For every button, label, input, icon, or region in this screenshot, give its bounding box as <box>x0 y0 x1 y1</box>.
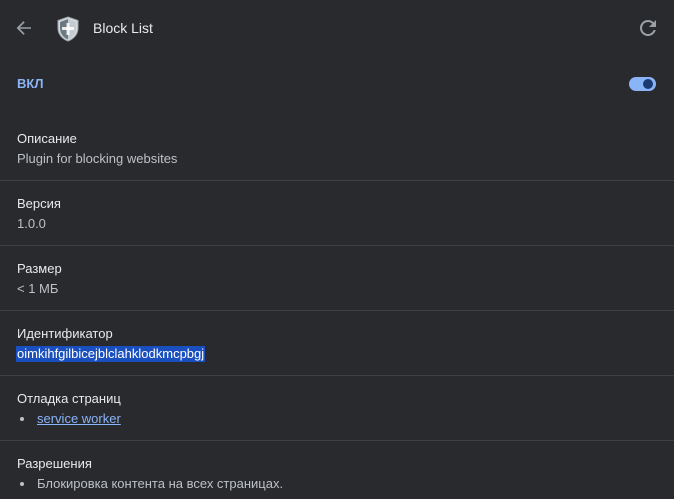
extension-title: Block List <box>93 20 153 36</box>
permissions-section: Разрешения Блокировка контента на всех с… <box>0 440 674 499</box>
version-title: Версия <box>17 196 61 211</box>
id-title: Идентификатор <box>17 326 113 341</box>
version-value: 1.0.0 <box>17 216 46 231</box>
inspect-views-section: Отладка страниц service worker <box>0 375 674 441</box>
list-item: Блокировка контента на всех страницах. <box>17 476 283 492</box>
reload-button[interactable] <box>634 14 662 42</box>
permissions-list: Блокировка контента на всех страницах. <box>17 476 283 492</box>
permission-text: Блокировка контента на всех страницах. <box>37 476 284 491</box>
header: Block List <box>0 0 674 56</box>
service-worker-link[interactable]: service worker <box>37 411 121 426</box>
bullet-icon <box>20 417 24 421</box>
description-title: Описание <box>17 131 77 146</box>
inspect-views-title: Отладка страниц <box>17 391 121 406</box>
shield-icon <box>56 16 80 42</box>
id-section: Идентификатор oimkihfgilbicejblclahklodk… <box>0 310 674 376</box>
enabled-status-label: ВКЛ <box>17 76 44 91</box>
extension-id-value[interactable]: oimkihfgilbicejblclahklodkmcpbgj <box>16 346 206 362</box>
back-button[interactable] <box>10 14 38 42</box>
toggle-knob <box>643 79 653 89</box>
arrow-back-icon <box>16 21 31 35</box>
reload-icon <box>640 20 656 36</box>
description-section: Описание Plugin for blocking websites <box>0 115 674 181</box>
enable-row: ВКЛ <box>0 56 674 114</box>
description-value: Plugin for blocking websites <box>17 151 178 166</box>
enable-toggle[interactable] <box>629 77 656 91</box>
size-section: Размер < 1 МБ <box>0 245 674 311</box>
extension-details-page: Block List ВКЛ Описание Plugin for block… <box>0 0 674 499</box>
size-title: Размер <box>17 261 62 276</box>
inspect-views-list: service worker <box>17 411 121 427</box>
permissions-title: Разрешения <box>17 456 92 471</box>
bullet-icon <box>20 482 24 486</box>
size-value: < 1 МБ <box>17 281 59 296</box>
version-section: Версия 1.0.0 <box>0 180 674 246</box>
list-item: service worker <box>17 411 121 427</box>
